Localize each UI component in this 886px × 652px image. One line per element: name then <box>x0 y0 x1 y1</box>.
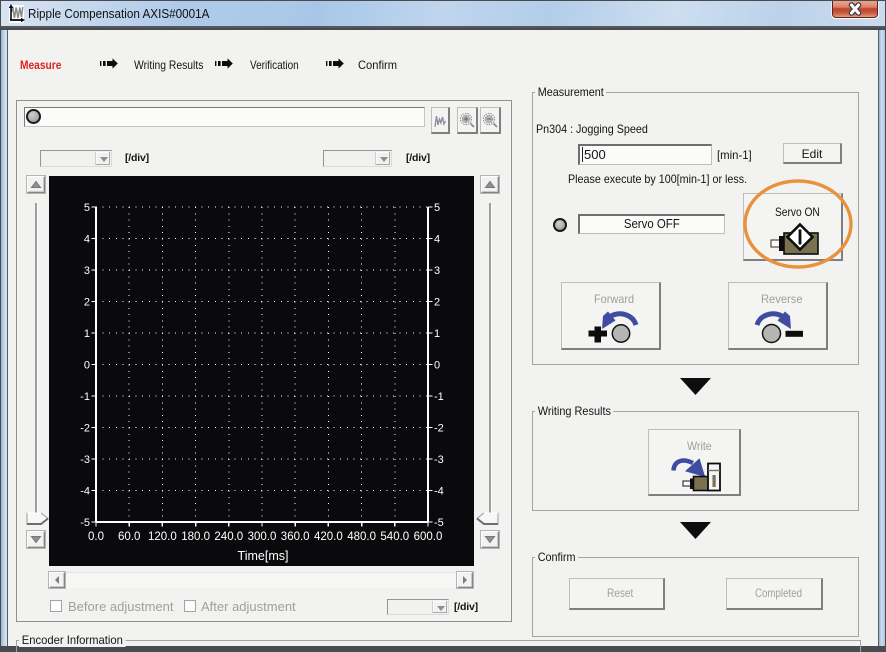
svg-text:-1: -1 <box>434 391 444 403</box>
svg-text:240.0: 240.0 <box>214 531 243 543</box>
svg-text:120.0: 120.0 <box>148 531 177 543</box>
svg-text:180.0: 180.0 <box>181 531 210 543</box>
svg-text:360.0: 360.0 <box>281 531 310 543</box>
svg-text:5: 5 <box>84 202 90 214</box>
svg-text:-2: -2 <box>434 423 444 435</box>
svg-text:2: 2 <box>84 297 90 309</box>
svg-text:-3: -3 <box>80 454 90 466</box>
svg-text:-1: -1 <box>80 391 90 403</box>
svg-text:480.0: 480.0 <box>347 531 376 543</box>
svg-text:300.0: 300.0 <box>248 531 277 543</box>
svg-text:600.0: 600.0 <box>414 531 443 543</box>
svg-text:4: 4 <box>84 234 90 246</box>
svg-text:-2: -2 <box>80 423 90 435</box>
svg-text:2: 2 <box>434 297 440 309</box>
svg-text:4: 4 <box>434 234 440 246</box>
svg-text:60.0: 60.0 <box>118 531 140 543</box>
svg-text:-3: -3 <box>434 454 444 466</box>
svg-text:-4: -4 <box>434 486 444 498</box>
svg-text:540.0: 540.0 <box>380 531 409 543</box>
svg-text:-5: -5 <box>80 517 90 529</box>
svg-text:5: 5 <box>434 202 440 214</box>
svg-text:1: 1 <box>84 328 90 340</box>
svg-text:-4: -4 <box>80 486 90 498</box>
svg-text:0: 0 <box>84 360 90 372</box>
svg-text:3: 3 <box>84 265 90 277</box>
svg-text:0: 0 <box>434 360 440 372</box>
svg-text:Time[ms]: Time[ms] <box>238 549 289 563</box>
svg-text:-5: -5 <box>434 517 444 529</box>
svg-text:0.0: 0.0 <box>88 531 104 543</box>
svg-text:420.0: 420.0 <box>314 531 343 543</box>
svg-text:3: 3 <box>434 265 440 277</box>
svg-text:1: 1 <box>434 328 440 340</box>
